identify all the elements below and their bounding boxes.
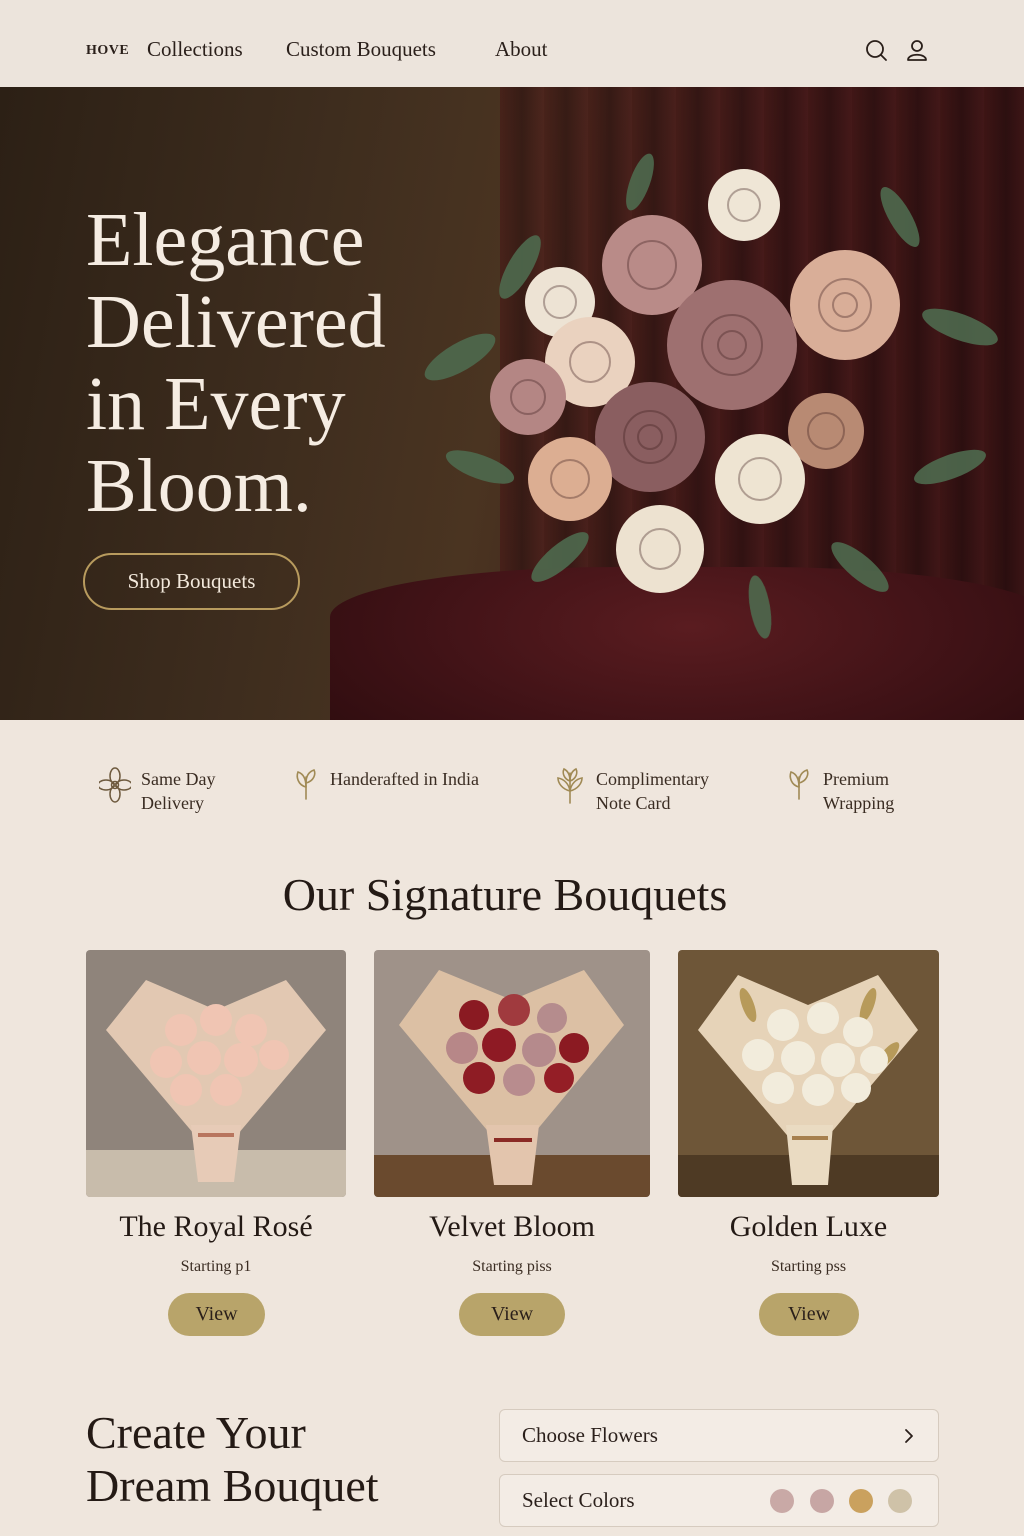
feature-premium-wrapping: Premium Wrapping — [785, 767, 894, 815]
sprout-icon — [296, 769, 316, 800]
hero-banner: Elegance Delivered in Every Bloom. Shop … — [0, 87, 1024, 720]
leaf-icon — [557, 767, 583, 804]
nav-about[interactable]: About — [495, 37, 548, 62]
feature-same-day-delivery: Same Day Delivery — [99, 767, 215, 815]
royal-rose-bouquet-image[interactable] — [86, 950, 346, 1197]
nav-custom-bouquets[interactable]: Custom Bouquets — [286, 37, 436, 62]
shop-bouquets-button[interactable]: Shop Bouquets — [83, 553, 300, 610]
feature-label: Complimentary — [596, 769, 709, 789]
choose-flowers-option[interactable]: Choose Flowers — [499, 1409, 939, 1462]
site-header: HOVE Collections Custom Bouquets About — [0, 0, 1024, 87]
hero-title: Elegance Delivered in Every Bloom. — [86, 198, 386, 528]
card-title: The Royal Rosé — [119, 1210, 313, 1243]
card-price: Starting p1 — [180, 1258, 252, 1275]
golden-luxe-bouquet-image[interactable] — [678, 950, 939, 1197]
feature-label: Delivery — [141, 793, 204, 813]
signature-section-title: Our Signature Bouquets — [282, 869, 728, 920]
view-button[interactable]: View — [759, 1293, 859, 1336]
search-icon[interactable] — [864, 38, 888, 62]
view-button[interactable]: View — [168, 1293, 265, 1336]
logo[interactable]: HOVE — [86, 43, 129, 59]
chevron-right-icon — [905, 1429, 913, 1443]
card-title: Velvet Bloom — [429, 1210, 595, 1243]
user-icon[interactable] — [905, 38, 929, 62]
feature-label: Handerafted in India — [330, 769, 479, 789]
create-bouquet-title: Create Your Dream Bouquet — [86, 1407, 379, 1511]
feature-label: Wrapping — [823, 793, 895, 813]
option-label: Select Colors — [522, 1488, 635, 1512]
feature-handcrafted: Handerafted in India — [292, 767, 479, 801]
view-button[interactable]: View — [459, 1293, 565, 1336]
feature-label: Premium — [823, 769, 889, 789]
color-swatch-mauve[interactable] — [770, 1489, 794, 1513]
option-label: Choose Flowers — [522, 1423, 658, 1447]
feature-label: Note Card — [596, 793, 671, 813]
velvet-bloom-bouquet-image[interactable] — [374, 950, 650, 1197]
nav-collections[interactable]: Collections — [147, 37, 243, 62]
select-colors-option[interactable]: Select Colors — [499, 1474, 939, 1527]
card-price: Starting pss — [770, 1258, 847, 1275]
feature-label: Same Day — [141, 769, 216, 789]
color-swatch-gold[interactable] — [849, 1489, 873, 1513]
feature-note-card: Complimentary Note Card — [554, 767, 709, 815]
sprout-icon — [789, 769, 809, 800]
color-swatch-dusty-rose[interactable] — [810, 1489, 834, 1513]
card-title: Golden Luxe — [729, 1210, 888, 1243]
flower-icon — [99, 767, 131, 803]
color-swatch-champagne[interactable] — [888, 1489, 912, 1513]
card-price: Starting piss — [472, 1258, 552, 1275]
